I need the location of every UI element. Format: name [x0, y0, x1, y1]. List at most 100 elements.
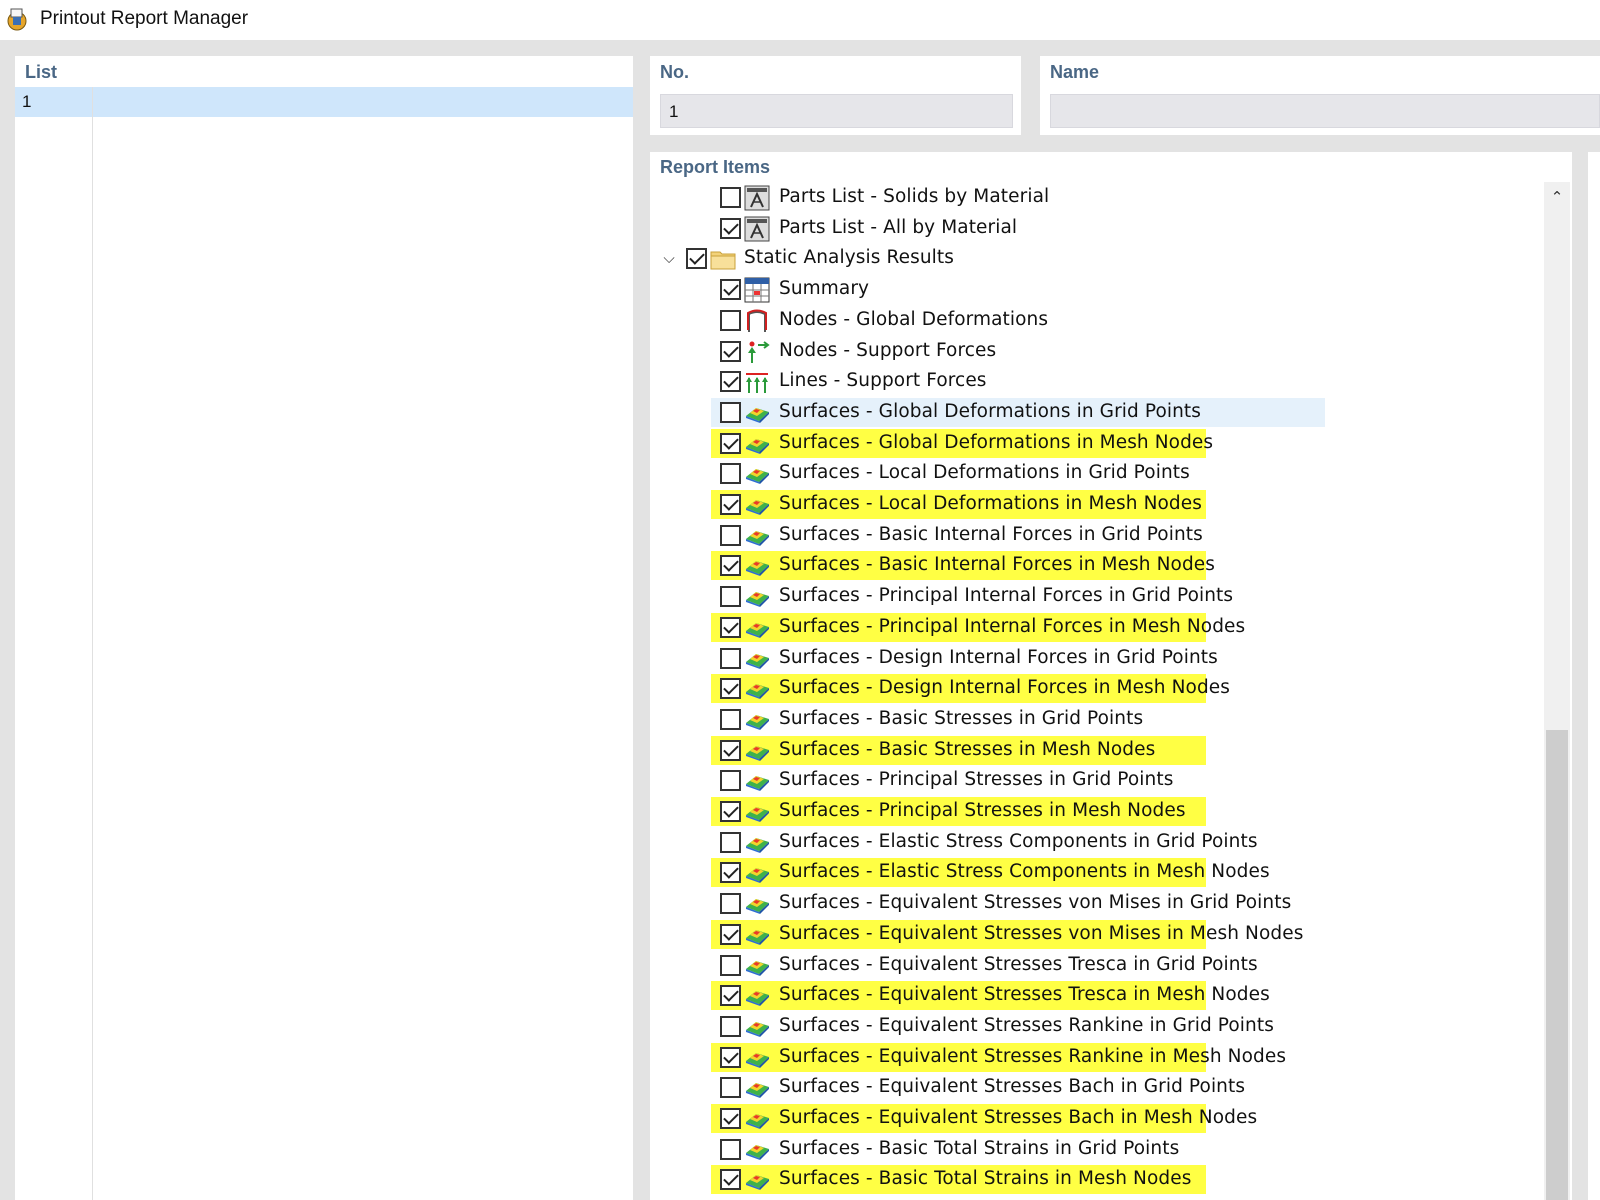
item-checkbox[interactable]: [720, 985, 741, 1007]
item-checkbox[interactable]: [720, 1077, 741, 1099]
report-item-row[interactable]: Surfaces - Equivalent Stresses Tresca in…: [650, 980, 1544, 1011]
right-panel-edge: [1588, 152, 1600, 1200]
report-item-row[interactable]: Surfaces - Principal Internal Forces in …: [650, 581, 1544, 612]
report-item-row[interactable]: Surfaces - Equivalent Stresses Bach in G…: [650, 1072, 1544, 1103]
name-field[interactable]: [1050, 94, 1600, 128]
surface-result-icon: [744, 615, 770, 641]
surface-result-icon: [744, 707, 770, 733]
vertical-scrollbar[interactable]: ⌃: [1544, 182, 1570, 1200]
report-item-row[interactable]: Surfaces - Local Deformations in Mesh No…: [650, 489, 1544, 520]
report-item-row[interactable]: Surfaces - Basic Stresses in Mesh Nodes: [650, 735, 1544, 766]
window-title: Printout Report Manager: [40, 8, 249, 29]
report-item-row[interactable]: Surfaces - Equivalent Stresses Rankine i…: [650, 1042, 1544, 1073]
report-item-label: Parts List - All by Material: [779, 216, 1018, 238]
item-checkbox[interactable]: [720, 708, 741, 730]
report-item-row[interactable]: Surfaces - Equivalent Stresses Tresca in…: [650, 950, 1544, 981]
surface-result-icon: [744, 1167, 770, 1193]
item-checkbox[interactable]: [720, 801, 741, 822]
report-item-row[interactable]: Summary: [650, 274, 1544, 305]
item-checkbox[interactable]: [720, 1015, 741, 1037]
item-checkbox[interactable]: [720, 494, 741, 515]
surface-result-icon: [744, 1075, 770, 1101]
item-checkbox[interactable]: [720, 463, 741, 485]
report-item-row[interactable]: Surfaces - Principal Stresses in Grid Po…: [650, 765, 1544, 796]
item-checkbox[interactable]: [720, 1108, 741, 1129]
item-checkbox[interactable]: [720, 893, 741, 915]
item-checkbox[interactable]: [720, 586, 741, 608]
list-column-divider: [92, 87, 93, 1200]
item-checkbox[interactable]: [720, 770, 741, 792]
report-item-row[interactable]: Nodes - Global Deformations: [650, 305, 1544, 336]
report-item-label: Nodes - Global Deformations: [779, 308, 1049, 330]
report-item-row[interactable]: Surfaces - Global Deformations in Mesh N…: [650, 428, 1544, 459]
report-item-row[interactable]: Surfaces - Basic Total Strains in Mesh N…: [650, 1164, 1544, 1195]
surface-result-icon: [744, 983, 770, 1009]
surface-result-icon: [744, 523, 770, 549]
item-checkbox[interactable]: [720, 524, 741, 546]
report-item-row[interactable]: Surfaces - Principal Stresses in Mesh No…: [650, 796, 1544, 827]
item-checkbox[interactable]: [720, 1046, 741, 1068]
report-item-row[interactable]: Lines - Support Forces: [650, 366, 1544, 397]
report-item-row[interactable]: Nodes - Support Forces: [650, 336, 1544, 367]
report-item-row[interactable]: Surfaces - Equivalent Stresses Rankine i…: [650, 1011, 1544, 1042]
item-checkbox[interactable]: [720, 1169, 741, 1191]
surface-result-icon: [744, 768, 770, 794]
item-checkbox[interactable]: [720, 309, 741, 331]
item-checkbox[interactable]: [720, 555, 741, 577]
report-item-row[interactable]: Surfaces - Global Deformations in Grid P…: [650, 397, 1544, 428]
report-item-row[interactable]: Parts List - Solids by Material: [650, 182, 1544, 213]
list-row[interactable]: 1: [15, 87, 633, 117]
report-item-row[interactable]: Surfaces - Principal Internal Forces in …: [650, 612, 1544, 643]
report-item-row[interactable]: Surfaces - Design Internal Forces in Mes…: [650, 673, 1544, 704]
list-header: List: [25, 62, 58, 82]
report-item-row[interactable]: Surfaces - Elastic Stress Components in …: [650, 857, 1544, 888]
report-items-panel: Report Items Parts List - Solids by Mate…: [650, 152, 1572, 1200]
item-checkbox[interactable]: [720, 678, 741, 700]
report-item-label: Surfaces - Global Deformations in Mesh N…: [779, 431, 1214, 453]
item-checkbox[interactable]: [720, 279, 741, 301]
report-item-row[interactable]: Surfaces - Equivalent Stresses von Mises…: [650, 919, 1544, 950]
report-item-label: Surfaces - Basic Total Strains in Grid P…: [779, 1137, 1180, 1159]
item-checkbox[interactable]: [720, 187, 741, 208]
item-checkbox[interactable]: [720, 923, 741, 945]
report-item-label: Surfaces - Basic Internal Forces in Grid…: [779, 523, 1203, 545]
name-panel: Name: [1040, 56, 1600, 135]
surface-result-icon: [744, 799, 770, 825]
report-item-row[interactable]: Surfaces - Basic Internal Forces in Mesh…: [650, 550, 1544, 581]
report-item-label: Surfaces - Elastic Stress Components in …: [779, 861, 1270, 883]
report-item-row[interactable]: Surfaces - Equivalent Stresses von Mises…: [650, 888, 1544, 919]
report-item-row[interactable]: Surfaces - Local Deformations in Grid Po…: [650, 458, 1544, 489]
number-field[interactable]: 1: [660, 94, 1013, 128]
chevron-down-icon[interactable]: ⌵: [658, 245, 680, 271]
item-checkbox[interactable]: [720, 432, 741, 454]
surface-result-icon: [744, 1045, 770, 1071]
item-checkbox[interactable]: [720, 616, 741, 638]
report-item-row[interactable]: Parts List - All by Material: [650, 213, 1544, 244]
report-item-row[interactable]: ⌵ Static Analysis Results: [650, 243, 1544, 274]
item-checkbox[interactable]: [720, 401, 741, 423]
scrollbar-thumb[interactable]: [1546, 730, 1568, 1200]
item-checkbox[interactable]: [720, 954, 741, 976]
item-checkbox[interactable]: [720, 217, 741, 239]
node-support-icon: [744, 339, 770, 365]
report-item-row[interactable]: Surfaces - Basic Total Strains in Grid P…: [650, 1134, 1544, 1165]
deformation-icon: [744, 308, 770, 334]
line-support-icon: [744, 369, 770, 395]
report-item-row[interactable]: Surfaces - Equivalent Stresses Bach in M…: [650, 1103, 1544, 1134]
report-item-label: Parts List - Solids by Material: [779, 186, 1050, 207]
item-checkbox[interactable]: [720, 862, 741, 884]
report-item-label: Surfaces - Principal Internal Forces in …: [779, 615, 1246, 637]
item-checkbox[interactable]: [686, 248, 707, 270]
item-checkbox[interactable]: [720, 739, 741, 761]
chevron-up-icon[interactable]: ⌃: [1544, 184, 1570, 210]
report-item-row[interactable]: Surfaces - Basic Stresses in Grid Points: [650, 704, 1544, 735]
surface-result-icon: [744, 553, 770, 579]
report-item-row[interactable]: Surfaces - Design Internal Forces in Gri…: [650, 643, 1544, 674]
report-item-row[interactable]: Surfaces - Basic Internal Forces in Grid…: [650, 520, 1544, 551]
item-checkbox[interactable]: [720, 831, 741, 853]
item-checkbox[interactable]: [720, 1138, 741, 1160]
item-checkbox[interactable]: [720, 371, 741, 393]
item-checkbox[interactable]: [720, 647, 741, 669]
report-item-row[interactable]: Surfaces - Elastic Stress Components in …: [650, 827, 1544, 858]
item-checkbox[interactable]: [720, 340, 741, 362]
